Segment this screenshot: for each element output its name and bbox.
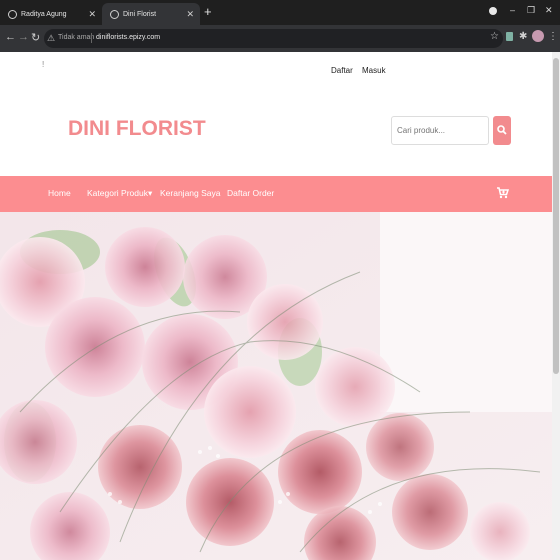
maximize-button[interactable]: ❐ [527,5,535,16]
minimize-button[interactable]: – [510,5,515,15]
divider [91,33,92,43]
tab-raditya-agung[interactable]: Raditya Agung ✕ [0,3,102,25]
profile-dot-icon[interactable] [489,7,497,15]
tab-title: Raditya Agung [21,10,67,18]
security-label[interactable]: Tidak aman [58,34,94,41]
search-button[interactable] [493,116,511,145]
flower-bouquet-illustration [0,212,552,560]
new-tab-button[interactable]: + [204,5,212,18]
brand-logo[interactable]: DINI FLORIST [68,117,206,141]
cart-icon[interactable] [496,186,509,199]
scrollbar-thumb[interactable] [553,58,559,374]
main-navbar: Home Kategori Produk▾ Keranjang Saya Daf… [0,176,552,212]
close-window-button[interactable]: ✕ [545,5,553,16]
close-icon[interactable]: ✕ [88,9,96,20]
globe-icon [8,9,17,19]
tab-strip: Raditya Agung ✕ Dini Florist ✕ + – ❐ ✕ [0,0,560,25]
nav-my-cart[interactable]: Keranjang Saya [160,188,221,198]
reload-icon[interactable]: ↻ [31,31,40,44]
webpage: ! Daftar Masuk DINI FLORIST Home Kategor… [0,52,552,560]
nav-order-list[interactable]: Daftar Order [227,188,274,198]
nav-home[interactable]: Home [48,188,71,198]
close-icon[interactable]: ✕ [186,9,194,20]
avatar[interactable] [532,30,544,42]
nav-product-categories[interactable]: Kategori Produk▾ [87,188,152,199]
login-link[interactable]: Masuk [362,66,386,75]
search-icon [497,125,507,135]
tab-title: Dini Florist [123,10,157,18]
tab-dini-florist[interactable]: Dini Florist ✕ [102,3,200,25]
menu-icon[interactable]: ⋮ [548,31,558,42]
back-icon[interactable]: ← [5,31,16,43]
puzzle-icon[interactable]: ✱ [519,31,527,42]
top-note: ! [42,60,45,69]
extension-icon[interactable] [506,32,513,41]
forward-icon[interactable]: → [18,31,29,43]
globe-icon [110,9,119,19]
register-link[interactable]: Daftar [331,66,353,75]
search-input[interactable] [391,116,489,145]
bookmark-star-icon[interactable]: ☆ [490,31,499,42]
warning-icon[interactable]: ⚠ [47,33,55,44]
url-text[interactable]: diniflorists.epizy.com [96,34,160,41]
hero-flower-image [0,212,552,560]
